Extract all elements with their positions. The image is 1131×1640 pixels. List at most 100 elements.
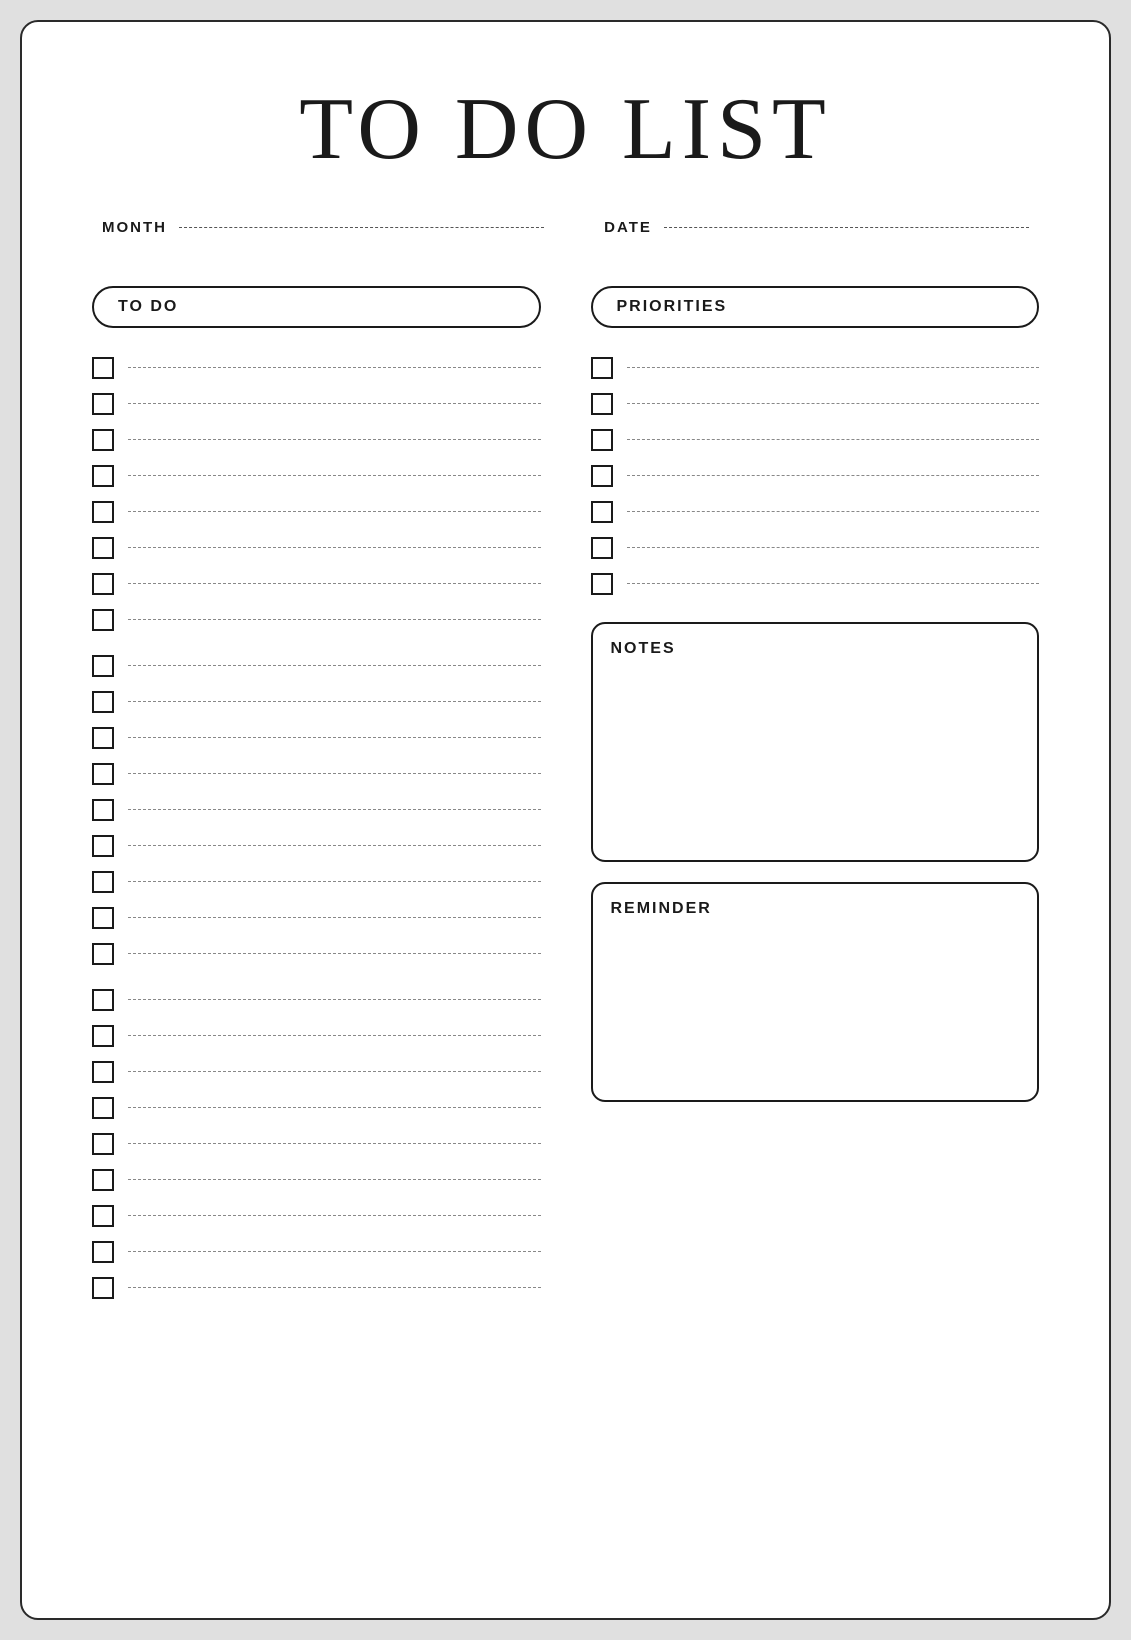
todo-line xyxy=(128,367,541,368)
todo-item xyxy=(92,936,541,972)
page: TO DO LIST MONTH DATE TO DO xyxy=(20,20,1111,1620)
todo-checkbox[interactable] xyxy=(92,691,114,713)
todo-item xyxy=(92,828,541,864)
todo-item xyxy=(92,386,541,422)
reminder-section: REMINDER xyxy=(591,882,1040,1102)
meta-row: MONTH DATE xyxy=(92,219,1039,236)
todo-item xyxy=(92,792,541,828)
todo-item xyxy=(92,350,541,386)
todo-item xyxy=(92,1054,541,1090)
todo-line xyxy=(128,773,541,774)
date-line xyxy=(664,227,1029,228)
todo-item xyxy=(92,1198,541,1234)
priority-checkbox[interactable] xyxy=(591,501,613,523)
priority-checkbox[interactable] xyxy=(591,465,613,487)
priority-checkbox[interactable] xyxy=(591,357,613,379)
todo-checkbox[interactable] xyxy=(92,1241,114,1263)
priority-line xyxy=(627,511,1040,512)
todo-item xyxy=(92,982,541,1018)
todo-checkbox[interactable] xyxy=(92,655,114,677)
todo-line xyxy=(128,999,541,1000)
priority-item xyxy=(591,458,1040,494)
notes-section: NOTES xyxy=(591,622,1040,862)
todo-checklist xyxy=(92,350,541,1306)
right-column: PRIORITIES xyxy=(591,286,1040,1102)
todo-item xyxy=(92,458,541,494)
todo-checkbox[interactable] xyxy=(92,1277,114,1299)
todo-item xyxy=(92,1234,541,1270)
todo-line xyxy=(128,1035,541,1036)
todo-line xyxy=(128,475,541,476)
todo-column: TO DO xyxy=(92,286,541,1306)
todo-checkbox[interactable] xyxy=(92,835,114,857)
todo-checkbox[interactable] xyxy=(92,943,114,965)
todo-checkbox[interactable] xyxy=(92,907,114,929)
todo-checkbox[interactable] xyxy=(92,989,114,1011)
todo-line xyxy=(128,1215,541,1216)
priority-line xyxy=(627,547,1040,548)
todo-line xyxy=(128,953,541,954)
priorities-section: PRIORITIES xyxy=(591,286,1040,602)
todo-checkbox[interactable] xyxy=(92,871,114,893)
priority-item xyxy=(591,494,1040,530)
priority-item xyxy=(591,530,1040,566)
todo-checkbox[interactable] xyxy=(92,727,114,749)
priorities-header: PRIORITIES xyxy=(591,286,1040,328)
priority-item xyxy=(591,422,1040,458)
todo-line xyxy=(128,701,541,702)
todo-line xyxy=(128,403,541,404)
todo-line xyxy=(128,1179,541,1180)
todo-checkbox[interactable] xyxy=(92,1097,114,1119)
todo-line xyxy=(128,1071,541,1072)
todo-line xyxy=(128,1251,541,1252)
todo-checkbox[interactable] xyxy=(92,429,114,451)
todo-item xyxy=(92,756,541,792)
todo-checkbox[interactable] xyxy=(92,1061,114,1083)
todo-checkbox[interactable] xyxy=(92,1205,114,1227)
todo-header: TO DO xyxy=(92,286,541,328)
todo-checkbox[interactable] xyxy=(92,1133,114,1155)
todo-checkbox[interactable] xyxy=(92,537,114,559)
todo-item xyxy=(92,422,541,458)
priority-checkbox[interactable] xyxy=(591,429,613,451)
todo-item xyxy=(92,684,541,720)
todo-item xyxy=(92,1090,541,1126)
todo-line xyxy=(128,619,541,620)
notes-label: NOTES xyxy=(611,640,1020,658)
two-col-layout: TO DO xyxy=(92,286,1039,1306)
todo-checkbox[interactable] xyxy=(92,609,114,631)
todo-line xyxy=(128,547,541,548)
todo-checkbox[interactable] xyxy=(92,573,114,595)
todo-checkbox[interactable] xyxy=(92,465,114,487)
todo-line xyxy=(128,511,541,512)
todo-line xyxy=(128,917,541,918)
todo-line xyxy=(128,1143,541,1144)
todo-item xyxy=(92,864,541,900)
todo-checkbox[interactable] xyxy=(92,1025,114,1047)
todo-checkbox[interactable] xyxy=(92,393,114,415)
todo-checkbox[interactable] xyxy=(92,1169,114,1191)
month-label: MONTH xyxy=(102,219,167,236)
priority-checkbox[interactable] xyxy=(591,537,613,559)
todo-checkbox[interactable] xyxy=(92,799,114,821)
page-title: TO DO LIST xyxy=(92,82,1039,179)
priorities-checklist xyxy=(591,350,1040,602)
todo-checkbox[interactable] xyxy=(92,763,114,785)
todo-line xyxy=(128,1287,541,1288)
todo-line xyxy=(128,809,541,810)
priority-checkbox[interactable] xyxy=(591,573,613,595)
priority-checkbox[interactable] xyxy=(591,393,613,415)
todo-line xyxy=(128,665,541,666)
todo-checkbox[interactable] xyxy=(92,357,114,379)
todo-item xyxy=(92,720,541,756)
todo-item xyxy=(92,1018,541,1054)
priority-line xyxy=(627,475,1040,476)
todo-line xyxy=(128,1107,541,1108)
todo-line xyxy=(128,439,541,440)
todo-item xyxy=(92,530,541,566)
date-label: DATE xyxy=(604,219,652,236)
todo-item xyxy=(92,566,541,602)
todo-line xyxy=(128,583,541,584)
priority-item xyxy=(591,566,1040,602)
todo-checkbox[interactable] xyxy=(92,501,114,523)
